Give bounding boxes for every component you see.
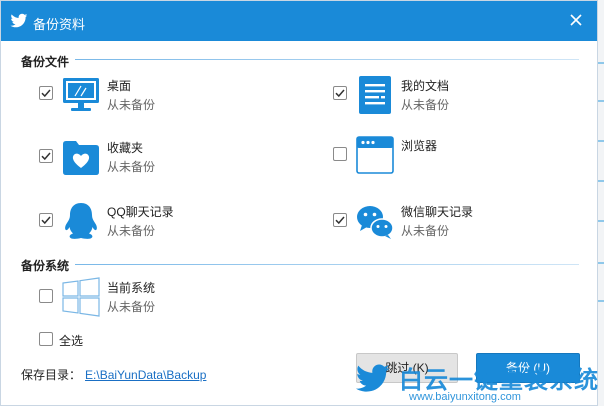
- system-label: 当前系统: [107, 281, 156, 295]
- qq-label: QQ聊天记录: [107, 205, 174, 219]
- section-divider: [75, 264, 579, 265]
- documents-status: 从未备份: [401, 98, 450, 112]
- section-divider: [75, 59, 579, 60]
- document-icon: [359, 76, 391, 114]
- select-all-checkbox[interactable]: [39, 332, 53, 346]
- window-title: 备份资料: [33, 17, 86, 32]
- save-path: 保存目录： E:\BaiYunData\Backup: [21, 366, 206, 383]
- system-checkbox[interactable]: [39, 289, 53, 303]
- wechat-label: 微信聊天记录: [401, 205, 474, 219]
- files-section-title: 备份文件: [21, 55, 70, 69]
- backup-button[interactable]: 备份 (U): [476, 353, 580, 383]
- item-wechat: 微信聊天记录 从未备份: [333, 201, 573, 245]
- item-system: 当前系统 从未备份: [39, 277, 299, 321]
- item-browser: 浏览器: [333, 135, 573, 179]
- item-favorites: 收藏夹 从未备份: [39, 137, 299, 181]
- wechat-status: 从未备份: [401, 224, 450, 238]
- favorites-label: 收藏夹: [107, 141, 144, 155]
- windows-logo-icon: [62, 277, 100, 317]
- wechat-checkbox[interactable]: [333, 213, 347, 227]
- browser-checkbox[interactable]: [333, 147, 347, 161]
- title-bar: 备份资料: [1, 1, 597, 41]
- watermark-url: www.baiyunxitong.com: [409, 391, 521, 403]
- background-window-edge: [598, 0, 604, 406]
- item-documents: 我的文档 从未备份: [333, 75, 573, 119]
- desktop-label: 桌面: [107, 79, 132, 93]
- browser-label: 浏览器: [401, 139, 438, 153]
- monitor-icon: [63, 78, 99, 111]
- select-all-label: 全选: [59, 334, 84, 348]
- qq-status: 从未备份: [107, 224, 156, 238]
- backup-dialog: 备份资料 备份文件 桌面 从未备份 我的文档 从未备份 收藏夹 从未备份 浏览器…: [0, 0, 598, 406]
- skip-button[interactable]: 跳过 (K): [356, 353, 458, 383]
- save-path-label: 保存目录：: [21, 368, 82, 382]
- system-section-title: 备份系统: [21, 259, 70, 273]
- desktop-checkbox[interactable]: [39, 86, 53, 100]
- qq-penguin-icon: [65, 203, 97, 239]
- close-icon[interactable]: [565, 9, 587, 31]
- item-desktop: 桌面 从未备份: [39, 75, 299, 119]
- favorites-checkbox[interactable]: [39, 149, 53, 163]
- desktop-status: 从未备份: [107, 98, 156, 112]
- system-status: 从未备份: [107, 300, 156, 314]
- documents-label: 我的文档: [401, 79, 450, 93]
- bird-logo-icon: [10, 13, 28, 28]
- favorites-status: 从未备份: [107, 160, 156, 174]
- wechat-icon: [357, 206, 394, 239]
- documents-checkbox[interactable]: [333, 86, 347, 100]
- item-qq: QQ聊天记录 从未备份: [39, 201, 299, 245]
- save-path-link[interactable]: E:\BaiYunData\Backup: [85, 368, 206, 382]
- folder-heart-icon: [63, 141, 99, 175]
- browser-window-icon: [356, 136, 394, 174]
- qq-checkbox[interactable]: [39, 213, 53, 227]
